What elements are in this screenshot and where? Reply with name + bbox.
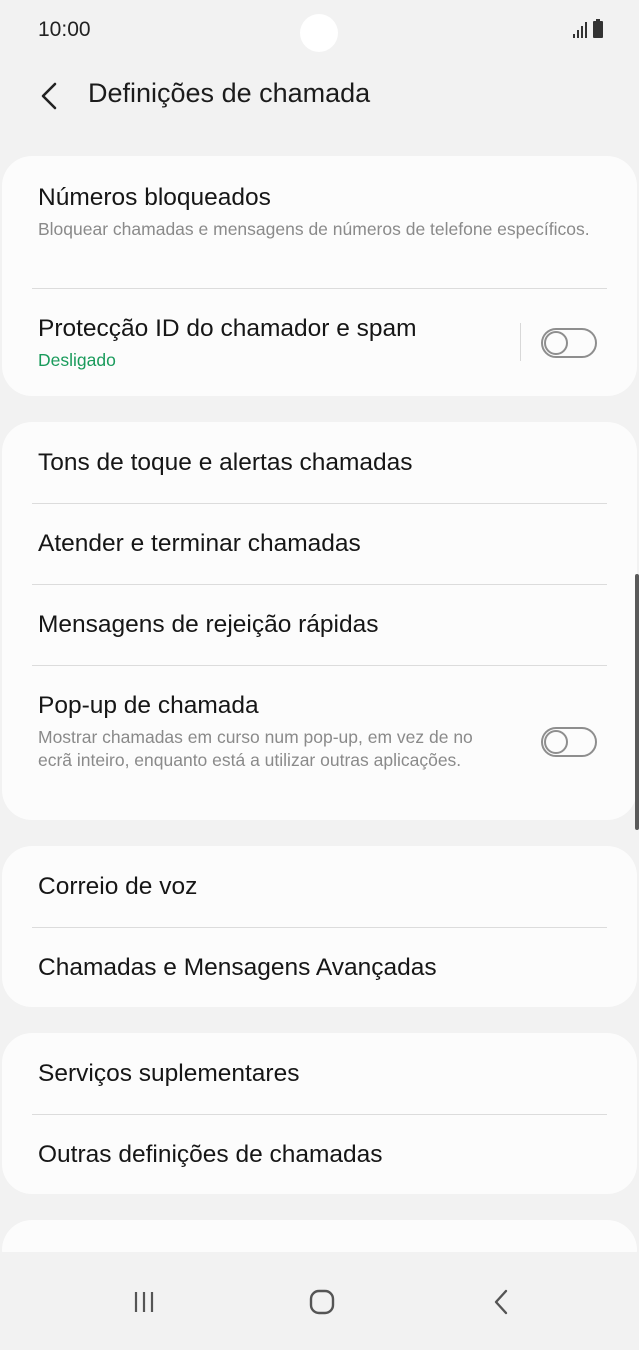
status-time: 10:00 [38,18,91,41]
other-call-settings-title: Outras definições de chamadas [38,1141,383,1168]
call-popup-subtitle: Mostrar chamadas em curso num pop-up, em… [38,727,473,770]
voicemail-item[interactable]: Correio de voz [2,846,637,927]
recents-icon [134,1292,154,1312]
vertical-separator [520,323,521,361]
supplementary-services-title: Serviços suplementares [38,1060,300,1087]
blocked-numbers-item[interactable]: Números bloqueados Bloquear chamadas e m… [2,156,637,288]
quick-decline-messages-title: Mensagens de rejeição rápidas [38,611,379,638]
status-bar: 10:00 [0,0,639,62]
ringtones-alerts-title: Tons de toque e alertas chamadas [38,449,413,476]
battery-icon [593,19,603,38]
recents-button[interactable] [114,1282,174,1322]
caller-id-spam-status: Desligado [38,350,116,370]
advanced-calling-item[interactable]: Chamadas e Mensagens Avançadas [2,928,637,1007]
status-icons [573,19,603,38]
nav-back-button[interactable] [472,1282,532,1322]
call-popup-title: Pop-up de chamada [38,692,259,719]
camera-cutout [300,14,338,52]
settings-group-4: Serviços suplementares Outras definições… [2,1033,637,1194]
settings-group-2: Tons de toque e alertas chamadas Atender… [2,422,637,820]
scrollbar[interactable] [635,574,639,830]
settings-group-3: Correio de voz Chamadas e Mensagens Avan… [2,846,637,1007]
back-button[interactable] [30,76,70,116]
answer-end-calls-title: Atender e terminar chamadas [38,530,361,557]
other-call-settings-item[interactable]: Outras definições de chamadas [2,1115,637,1194]
blocked-numbers-subtitle: Bloquear chamadas e mensagens de números… [38,219,590,239]
ringtones-alerts-item[interactable]: Tons de toque e alertas chamadas [2,422,637,503]
call-popup-item[interactable]: Pop-up de chamada Mostrar chamadas em cu… [2,666,637,820]
home-button[interactable] [292,1282,352,1322]
app-header: Definições de chamada [0,62,639,132]
caller-id-spam-item[interactable]: Protecção ID do chamador e spam Desligad… [2,289,637,396]
page-title: Definições de chamada [88,78,371,108]
signal-icon [573,20,587,38]
advanced-calling-title: Chamadas e Mensagens Avançadas [38,954,437,981]
settings-group-1: Números bloqueados Bloquear chamadas e m… [2,156,637,396]
answer-end-calls-item[interactable]: Atender e terminar chamadas [2,504,637,584]
caller-id-spam-toggle[interactable] [541,328,597,358]
supplementary-services-item[interactable]: Serviços suplementares [2,1033,637,1114]
call-popup-toggle[interactable] [541,727,597,757]
navigation-bar [0,1252,639,1350]
home-icon [309,1289,335,1315]
blocked-numbers-title: Números bloqueados [38,184,271,211]
voicemail-title: Correio de voz [38,873,198,900]
nav-back-icon [494,1289,508,1315]
quick-decline-messages-item[interactable]: Mensagens de rejeição rápidas [2,585,637,665]
caller-id-spam-title: Protecção ID do chamador e spam [38,315,417,342]
chevron-left-icon [41,82,57,110]
